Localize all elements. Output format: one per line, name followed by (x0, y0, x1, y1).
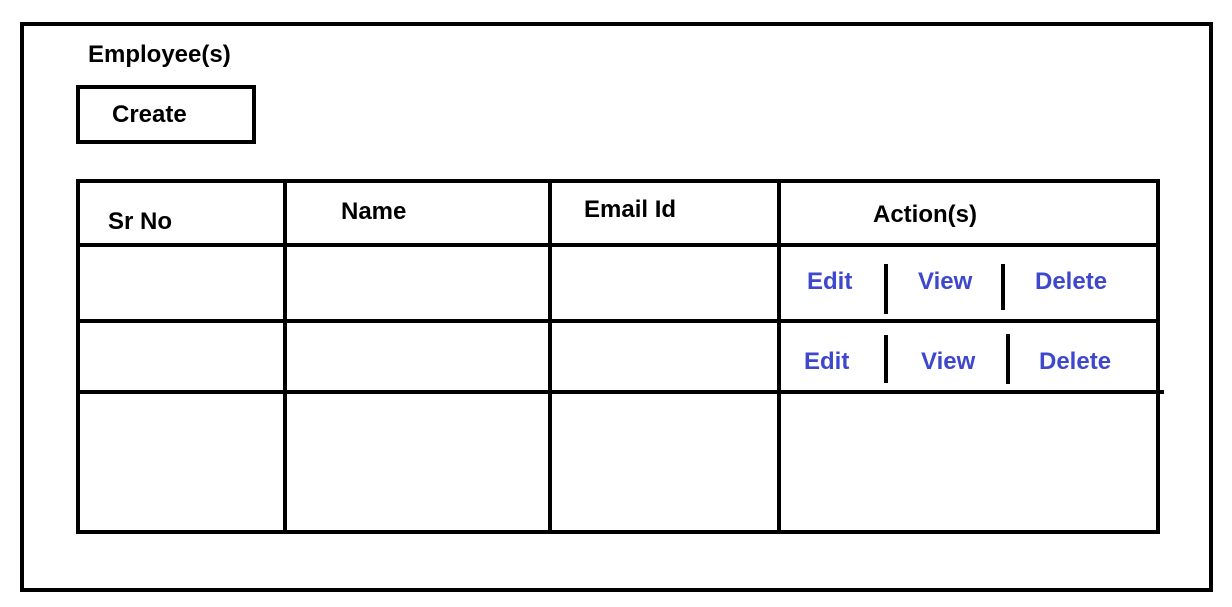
table-border-left (76, 179, 80, 534)
table-column-divider (777, 179, 781, 534)
edit-link[interactable]: Edit (807, 267, 852, 297)
action-separator (1001, 264, 1005, 310)
column-header-email-id: Email Id (584, 196, 677, 223)
action-separator (1006, 334, 1010, 384)
view-link[interactable]: View (921, 347, 975, 377)
page-title: Employee(s) (88, 41, 231, 68)
edit-link[interactable]: Edit (804, 347, 849, 377)
table-column-divider (548, 179, 552, 534)
table-border-right (1156, 179, 1160, 534)
column-header-sr-no: Sr No (108, 208, 173, 235)
create-button-label: Create (112, 101, 187, 128)
table-border-top (76, 179, 1160, 183)
table-column-divider (283, 179, 287, 534)
column-header-name: Name (341, 198, 407, 225)
action-separator (884, 264, 888, 314)
create-button[interactable]: Create (76, 85, 256, 144)
view-link[interactable]: View (918, 267, 972, 297)
column-header-actions: Action(s) (873, 201, 977, 228)
table-row-divider (76, 390, 1164, 394)
table-row-divider (76, 319, 1160, 323)
action-separator (884, 335, 888, 383)
delete-link[interactable]: Delete (1035, 267, 1107, 297)
table-header-divider (76, 243, 1160, 247)
table-border-bottom (76, 530, 1160, 534)
delete-link[interactable]: Delete (1039, 347, 1111, 377)
